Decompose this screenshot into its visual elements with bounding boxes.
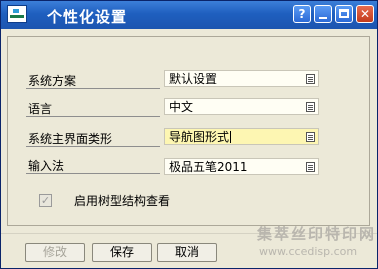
system-scheme-value: 默认设置 (169, 72, 218, 86)
input-method-value: 极品五笔2011 (169, 160, 248, 174)
watermark-title: 集萃丝印特印网 (257, 225, 377, 243)
label-input-method: 输入法 (28, 159, 65, 173)
language-value: 中文 (169, 100, 194, 114)
label-main-ui-type: 系统主界面类形 (28, 132, 113, 146)
label-system-scheme: 系统方案 (28, 74, 77, 88)
text-cursor (230, 131, 232, 143)
dropdown-icon[interactable] (306, 132, 315, 142)
cancel-button[interactable]: 取消 (157, 243, 217, 262)
help-button[interactable]: ? (293, 5, 311, 23)
close-button[interactable]: ✕ (356, 5, 374, 23)
close-icon: ✕ (359, 7, 371, 21)
main-ui-type-value: 导航图形式 (169, 130, 230, 144)
main-ui-type-select[interactable]: 导航图形式 (164, 128, 319, 145)
window-title: 个性化设置 (47, 8, 128, 26)
app-icon (7, 5, 27, 23)
check-icon: ✓ (40, 194, 51, 207)
maximize-button[interactable] (335, 5, 353, 23)
edit-button[interactable]: 修改 (25, 243, 85, 262)
maximize-icon (339, 9, 349, 18)
watermark-url: www.ccedisp.com (259, 245, 358, 258)
row-divider (26, 146, 160, 147)
dropdown-icon[interactable] (306, 102, 315, 112)
minimize-button[interactable] (314, 5, 332, 23)
tree-view-checkbox[interactable]: ✓ (39, 194, 52, 207)
row-divider (26, 116, 160, 117)
language-select[interactable]: 中文 (164, 98, 319, 115)
label-language: 语言 (28, 102, 53, 116)
title-bar[interactable]: 个性化设置 ? ✕ (1, 1, 377, 29)
input-method-select[interactable]: 极品五笔2011 (164, 158, 319, 175)
system-scheme-select[interactable]: 默认设置 (164, 70, 319, 87)
settings-window: 个性化设置 ? ✕ 系统方案 默认设置 语言 中文 系统主界面类形 导航图形式 … (0, 0, 378, 269)
minimize-icon (319, 17, 327, 19)
row-divider (26, 173, 160, 174)
tree-view-label: 启用树型结构查看 (74, 194, 171, 208)
save-button[interactable]: 保存 (92, 243, 152, 262)
row-divider (26, 88, 160, 89)
dropdown-icon[interactable] (306, 74, 315, 84)
dropdown-icon[interactable] (306, 162, 315, 172)
